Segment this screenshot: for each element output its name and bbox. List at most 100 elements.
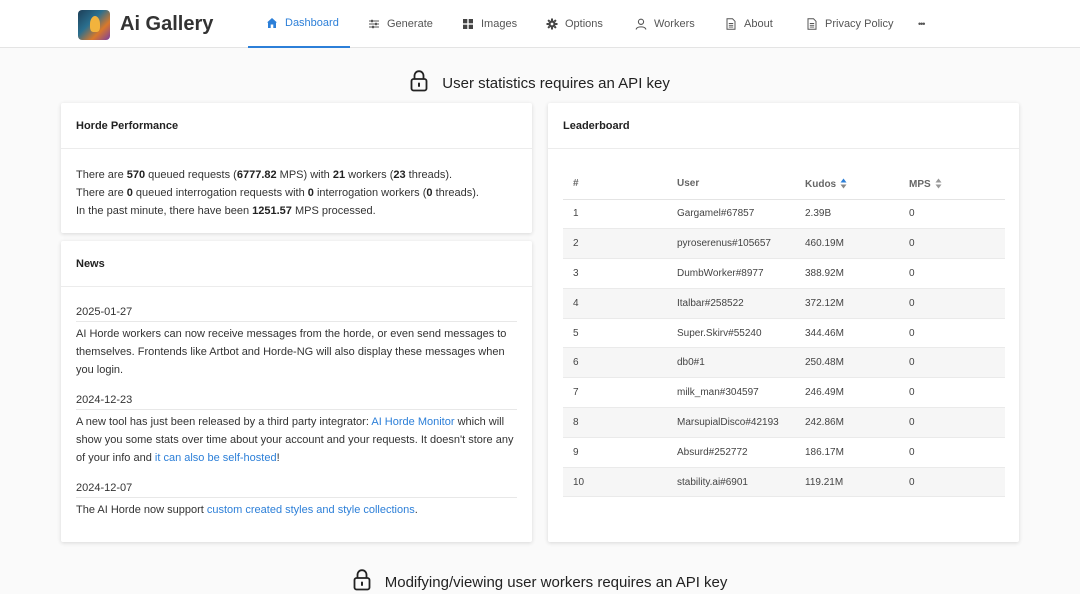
- logo-bird-beak: [90, 16, 100, 32]
- news-text: A new tool has just been released by a t…: [76, 416, 514, 464]
- user-icon: [635, 18, 647, 30]
- cell-mps: 0: [899, 407, 1005, 438]
- performance-line-requests: There are 570 queued requests (6777.82 M…: [76, 169, 453, 181]
- cell-rank: 9: [563, 437, 667, 468]
- cell-user: Super.Skirv#55240: [667, 318, 795, 349]
- performance-line-processed: In the past minute, there have been 1251…: [76, 205, 376, 217]
- cell-kudos: 372.12M: [795, 288, 899, 319]
- table-header-row: # User Kudos MPS: [563, 169, 1005, 200]
- cell-rank: 8: [563, 407, 667, 438]
- table-row: 6 db0#1 250.48M 0: [563, 347, 1005, 379]
- lock-icon: [353, 569, 370, 591]
- table-row: 7 milk_man#304597 246.49M 0: [563, 377, 1005, 409]
- cell-mps: 0: [899, 199, 1005, 230]
- nav-dashboard[interactable]: Dashboard: [248, 0, 350, 48]
- column-kudos[interactable]: Kudos: [795, 169, 899, 200]
- user-workers-notice-text: Modifying/viewing user workers requires …: [384, 574, 728, 591]
- nav-generate-label: Generate: [387, 18, 433, 30]
- table-row: 10 stability.ai#6901 119.21M 0: [563, 467, 1005, 498]
- table-row: 1 Gargamel#67857 2.39B 0: [563, 199, 1005, 230]
- cell-mps: 0: [899, 288, 1005, 319]
- cell-rank: 1: [563, 199, 667, 230]
- threads-count: 23: [393, 169, 406, 181]
- news-text: The AI Horde now support custom created …: [76, 504, 418, 516]
- nav-images-label: Images: [481, 18, 518, 30]
- cell-user: stability.ai#6901: [667, 467, 795, 498]
- cell-mps: 0: [899, 318, 1005, 349]
- leaderboard-rows: 1 Gargamel#67857 2.39B 0 2 pyroserenus#105657…: [563, 199, 1005, 498]
- nav-options-label: Options: [565, 18, 603, 30]
- news-text: AI Horde workers can now receive message…: [76, 328, 507, 376]
- nav-workers-label: Workers: [654, 18, 695, 30]
- nav-workers[interactable]: Workers: [635, 0, 695, 48]
- cell-user: Absurd#252772: [667, 437, 795, 468]
- custom-styles-link[interactable]: custom created styles and style collecti…: [207, 504, 415, 516]
- news-title: News: [61, 241, 532, 287]
- more-icon: •••: [918, 19, 926, 29]
- table-row: 2 pyroserenus#105657 460.19M 0: [563, 228, 1005, 260]
- cell-mps: 0: [899, 228, 1005, 260]
- nav-privacy-policy-label: Privacy Policy: [825, 18, 894, 30]
- nav-privacy-policy[interactable]: Privacy Policy: [806, 0, 893, 48]
- cell-kudos: 460.19M: [795, 228, 899, 260]
- cell-user: Gargamel#67857: [667, 199, 795, 230]
- grid-icon: [463, 19, 473, 29]
- table-row: 3 DumbWorker#8977 388.92M 0: [563, 258, 1005, 289]
- user-workers-notice: Modifying/viewing user workers requires …: [0, 569, 1080, 591]
- cell-user: Italbar#258522: [667, 288, 795, 319]
- user-stats-notice-text: User statistics requires an API key: [442, 75, 670, 92]
- top-header: Ai Gallery Dashboard Generate Images Opt…: [0, 0, 1080, 48]
- column-mps[interactable]: MPS: [899, 169, 1005, 200]
- app-logo[interactable]: [78, 10, 110, 40]
- nav-about[interactable]: About: [725, 0, 773, 48]
- nav-generate[interactable]: Generate: [368, 0, 433, 48]
- performance-line-interrogation: There are 0 queued interrogation request…: [76, 187, 479, 199]
- more-menu-button[interactable]: •••: [918, 0, 926, 48]
- self-hosted-link[interactable]: it can also be self-hosted: [155, 452, 277, 464]
- news-date: 2024-12-07: [76, 481, 517, 498]
- ai-horde-monitor-link[interactable]: AI Horde Monitor: [371, 416, 454, 428]
- cell-mps: 0: [899, 467, 1005, 498]
- table-row: 5 Super.Skirv#55240 344.46M 0: [563, 318, 1005, 349]
- column-rank: #: [563, 169, 667, 200]
- cell-rank: 3: [563, 258, 667, 289]
- cell-rank: 5: [563, 318, 667, 349]
- cell-kudos: 119.21M: [795, 467, 899, 498]
- cell-user: milk_man#304597: [667, 377, 795, 409]
- processed-mps: 1251.57: [252, 205, 292, 217]
- cell-user: pyroserenus#105657: [667, 228, 795, 260]
- horde-performance-card: Horde Performance There are 570 queued r…: [61, 103, 532, 233]
- news-card: News 2025-01-27 AI Horde workers can now…: [61, 241, 532, 542]
- cell-kudos: 2.39B: [795, 199, 899, 230]
- leaderboard-card: Leaderboard # User Kudos MPS 1 Gargamel#6…: [548, 103, 1019, 542]
- sliders-icon: [369, 19, 379, 29]
- cell-kudos: 246.49M: [795, 377, 899, 409]
- home-icon: [267, 18, 277, 28]
- cell-user: db0#1: [667, 347, 795, 379]
- gear-icon: [546, 18, 558, 30]
- cell-mps: 0: [899, 347, 1005, 379]
- sort-icon: [840, 178, 847, 189]
- queued-mps: 6777.82: [236, 169, 277, 181]
- table-row: 8 MarsupialDisco#42193 242.86M 0: [563, 407, 1005, 438]
- cell-rank: 6: [563, 347, 667, 379]
- leaderboard-table: # User Kudos MPS 1 Gargamel#67857 2.39B 0 2 p…: [563, 169, 1005, 498]
- lock-icon: [410, 70, 428, 92]
- cell-mps: 0: [899, 258, 1005, 289]
- cell-rank: 4: [563, 288, 667, 319]
- user-stats-notice: User statistics requires an API key: [0, 70, 1080, 92]
- cell-user: MarsupialDisco#42193: [667, 407, 795, 438]
- cell-kudos: 388.92M: [795, 258, 899, 289]
- nav-images[interactable]: Images: [462, 0, 517, 48]
- cell-kudos: 344.46M: [795, 318, 899, 349]
- news-date: 2025-01-27: [76, 305, 517, 322]
- cell-rank: 2: [563, 228, 667, 260]
- app-name[interactable]: Ai Gallery: [120, 13, 213, 36]
- nav-dashboard-label: Dashboard: [285, 17, 339, 29]
- horde-performance-title: Horde Performance: [61, 103, 532, 149]
- nav-options[interactable]: Options: [546, 0, 603, 48]
- leaderboard-title: Leaderboard: [548, 103, 1019, 149]
- workers-count: 21: [332, 169, 346, 181]
- cell-rank: 10: [563, 467, 667, 498]
- table-row: 4 Italbar#258522 372.12M 0: [563, 288, 1005, 319]
